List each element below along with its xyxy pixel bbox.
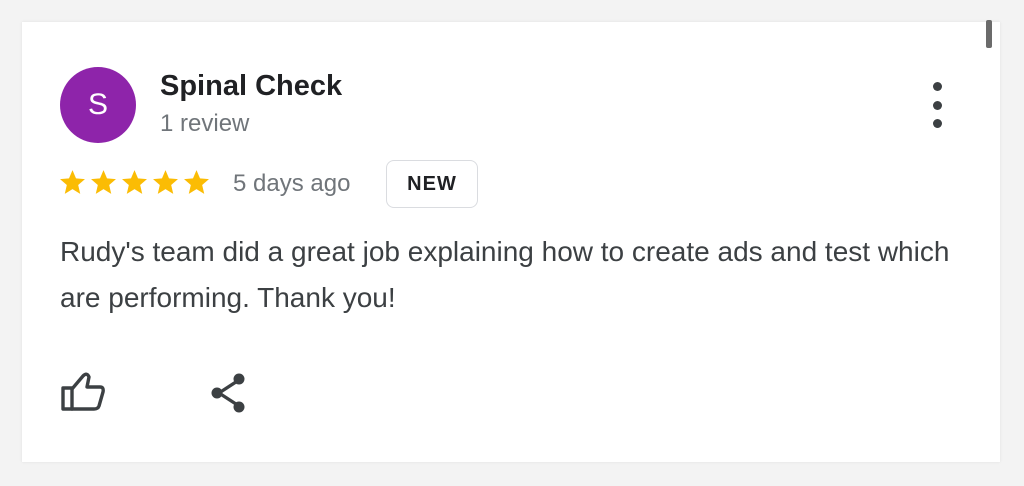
star-icon bbox=[91, 170, 116, 194]
more-vert-icon bbox=[932, 82, 942, 91]
share-icon bbox=[211, 373, 245, 413]
new-badge: NEW bbox=[386, 160, 478, 208]
more-options-button[interactable] bbox=[920, 82, 954, 128]
avatar[interactable]: S bbox=[60, 67, 136, 143]
star-rating bbox=[58, 168, 211, 197]
avatar-initial: S bbox=[87, 88, 108, 121]
more-vert-icon-dot bbox=[932, 119, 942, 128]
review-date: 5 days ago bbox=[233, 170, 351, 197]
review-count: 1 review bbox=[160, 110, 250, 137]
review-text: Rudy's team did a great job explaining h… bbox=[60, 236, 950, 313]
more-vert-icon-dot bbox=[932, 100, 942, 110]
star-icon bbox=[184, 170, 209, 194]
star-icon bbox=[122, 170, 147, 194]
thumb-up-icon bbox=[61, 372, 105, 411]
reviewer-name[interactable]: Spinal Check bbox=[160, 70, 342, 103]
share-button[interactable] bbox=[206, 370, 252, 416]
star-icon bbox=[60, 170, 85, 194]
like-button[interactable] bbox=[58, 368, 108, 414]
scrollbar[interactable] bbox=[986, 20, 992, 48]
star-icon bbox=[153, 170, 178, 194]
